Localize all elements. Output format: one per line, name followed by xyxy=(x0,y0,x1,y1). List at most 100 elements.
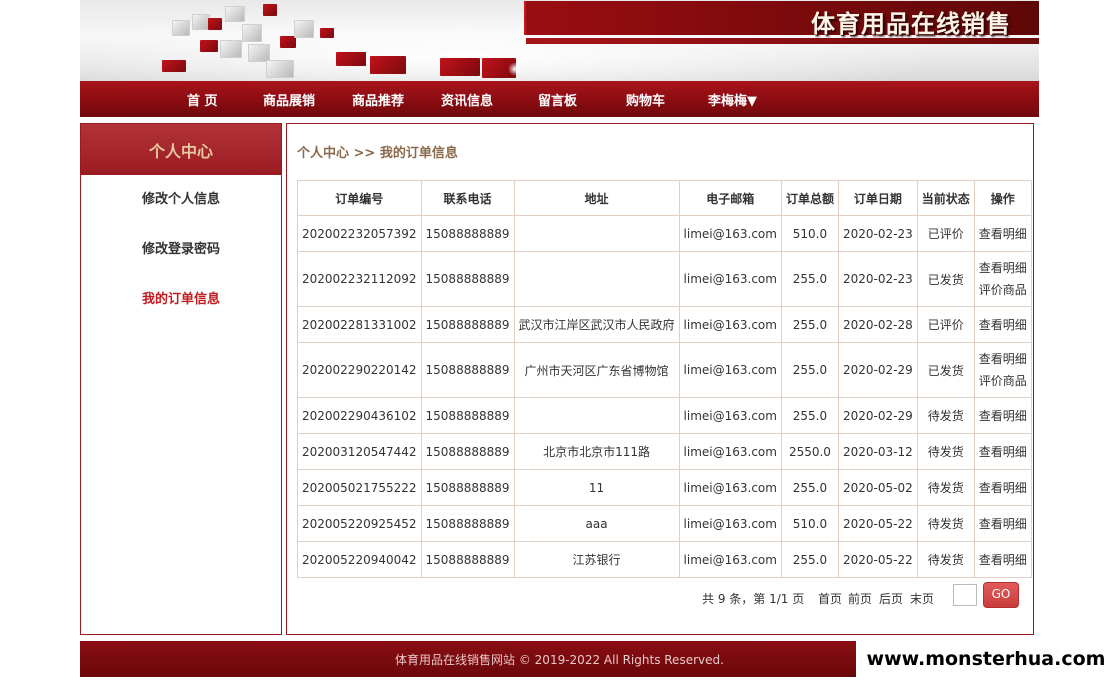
pager-next-link[interactable]: 后页 xyxy=(879,590,903,607)
cell-total: 510.0 xyxy=(780,505,839,542)
view-details-link[interactable]: 查看明细 xyxy=(979,441,1027,463)
main-panel: 个人中心 >> 我的订单信息 订单编号 联系电话 地址 电子邮箱 订单总额 订单… xyxy=(286,123,1034,635)
cell-phone: 15088888889 xyxy=(420,397,515,434)
nav-item-messages[interactable]: 留言板 xyxy=(538,90,577,109)
cell-order-id: 202005220925452 xyxy=(297,505,422,542)
col-header-date: 订单日期 xyxy=(837,180,918,216)
content-area: 个人中心 修改个人信息 修改登录密码 我的订单信息 个人中心 >> 我的订单信息… xyxy=(80,123,1039,643)
cell-actions: 查看明细 xyxy=(973,397,1032,434)
cell-phone: 15088888889 xyxy=(420,251,515,307)
cell-email: limei@163.com xyxy=(678,251,782,307)
sidebar-item-my-orders[interactable]: 我的订单信息 xyxy=(81,275,281,325)
cell-email: limei@163.com xyxy=(678,469,782,506)
title-stripe xyxy=(526,38,1039,44)
site-title: 体育用品在线销售 xyxy=(811,10,1011,38)
cell-address: aaa xyxy=(513,505,680,542)
cell-phone: 15088888889 xyxy=(420,505,515,542)
table-row: 202002232057392 15088888889 limei@163.co… xyxy=(297,215,1032,252)
cell-date: 2020-02-23 xyxy=(837,251,918,307)
table-row: 202002290220142 15088888889 广州市天河区广东省博物馆… xyxy=(297,342,1032,398)
sidebar-title: 个人中心 xyxy=(81,124,281,175)
cell-actions: 查看明细 评价商品 xyxy=(973,251,1032,307)
cell-status: 已评价 xyxy=(916,306,975,343)
banner-glow xyxy=(508,62,522,76)
cell-address xyxy=(513,215,680,252)
cell-order-id: 202002232112092 xyxy=(297,251,422,307)
banner-cube xyxy=(294,20,314,38)
col-header-address: 地址 xyxy=(513,180,680,216)
sidebar-item-edit-profile[interactable]: 修改个人信息 xyxy=(81,175,281,225)
view-details-link[interactable]: 查看明细 xyxy=(979,549,1027,571)
cell-email: limei@163.com xyxy=(678,306,782,343)
view-details-link[interactable]: 查看明细 xyxy=(979,405,1027,427)
cell-total: 255.0 xyxy=(780,541,839,578)
cell-phone: 15088888889 xyxy=(420,306,515,343)
table-row: 202002281331002 15088888889 武汉市江岸区武汉市人民政… xyxy=(297,306,1032,343)
view-details-link[interactable]: 查看明细 xyxy=(979,257,1027,279)
view-details-link[interactable]: 查看明细 xyxy=(979,314,1027,336)
cell-actions: 查看明细 xyxy=(973,505,1032,542)
banner-cube xyxy=(320,28,334,38)
page-number-input[interactable] xyxy=(953,584,977,606)
cell-order-id: 202005021755222 xyxy=(297,469,422,506)
cell-date: 2020-03-12 xyxy=(837,433,918,470)
col-header-total: 订单总额 xyxy=(780,180,839,216)
cell-total: 255.0 xyxy=(780,251,839,307)
cell-address xyxy=(513,251,680,307)
cell-date: 2020-05-02 xyxy=(837,469,918,506)
nav-item-cart[interactable]: 购物车 xyxy=(626,90,665,109)
pager-last-link[interactable]: 末页 xyxy=(910,590,934,607)
cell-order-id: 202002290436102 xyxy=(297,397,422,434)
nav-user-menu[interactable]: 李梅梅▼ xyxy=(708,90,757,109)
pager-prev-link[interactable]: 前页 xyxy=(848,590,872,607)
page-wrapper: 体育用品在线销售 首 页 商品展销 商品推荐 资讯信息 留言板 购物车 李梅梅▼… xyxy=(80,0,1039,643)
table-header-row: 订单编号 联系电话 地址 电子邮箱 订单总额 订单日期 当前状态 操作 xyxy=(297,180,1032,216)
col-header-order-id: 订单编号 xyxy=(297,180,422,216)
cell-actions: 查看明细 xyxy=(973,541,1032,578)
nav-item-home[interactable]: 首 页 xyxy=(187,90,218,109)
main-nav: 首 页 商品展销 商品推荐 资讯信息 留言板 购物车 李梅梅▼ xyxy=(80,81,1039,117)
review-product-link[interactable]: 评价商品 xyxy=(979,370,1027,392)
cell-date: 2020-05-22 xyxy=(837,505,918,542)
cell-status: 待发货 xyxy=(916,505,975,542)
view-details-link[interactable]: 查看明细 xyxy=(979,348,1027,370)
cell-email: limei@163.com xyxy=(678,342,782,398)
nav-item-products[interactable]: 商品展销 xyxy=(263,90,315,109)
banner-cube xyxy=(172,20,190,36)
sidebar-item-change-password[interactable]: 修改登录密码 xyxy=(81,225,281,275)
nav-item-recommend[interactable]: 商品推荐 xyxy=(352,90,404,109)
table-row: 202003120547442 15088888889 北京市北京市111路 l… xyxy=(297,433,1032,470)
banner-cube xyxy=(220,40,242,58)
cell-order-id: 202002281331002 xyxy=(297,306,422,343)
banner-cube xyxy=(225,6,245,22)
col-header-actions: 操作 xyxy=(973,180,1032,216)
cell-address: 广州市天河区广东省博物馆 xyxy=(513,342,680,398)
cell-actions: 查看明细 评价商品 xyxy=(973,342,1032,398)
cell-total: 510.0 xyxy=(780,215,839,252)
table-row: 202002290436102 15088888889 limei@163.co… xyxy=(297,397,1032,434)
cell-address: 武汉市江岸区武汉市人民政府 xyxy=(513,306,680,343)
pager-first-link[interactable]: 首页 xyxy=(818,590,842,607)
cell-status: 已发货 xyxy=(916,342,975,398)
banner-cube xyxy=(336,52,366,66)
sidebar: 个人中心 修改个人信息 修改登录密码 我的订单信息 xyxy=(80,123,282,635)
table-row: 202005220940042 15088888889 江苏银行 limei@1… xyxy=(297,541,1032,578)
cell-status: 待发货 xyxy=(916,541,975,578)
site-banner: 体育用品在线销售 xyxy=(80,0,1039,81)
cell-phone: 15088888889 xyxy=(420,469,515,506)
review-product-link[interactable]: 评价商品 xyxy=(979,279,1027,301)
cell-order-id: 202002232057392 xyxy=(297,215,422,252)
view-details-link[interactable]: 查看明细 xyxy=(979,513,1027,535)
view-details-link[interactable]: 查看明细 xyxy=(979,223,1027,245)
cell-address: 11 xyxy=(513,469,680,506)
cell-date: 2020-02-29 xyxy=(837,397,918,434)
cell-order-id: 202002290220142 xyxy=(297,342,422,398)
cell-address xyxy=(513,397,680,434)
cell-date: 2020-02-28 xyxy=(837,306,918,343)
nav-item-news[interactable]: 资讯信息 xyxy=(441,90,493,109)
go-button[interactable]: GO xyxy=(983,582,1019,608)
banner-cube xyxy=(242,24,262,42)
banner-cube xyxy=(208,18,222,30)
cell-phone: 15088888889 xyxy=(420,342,515,398)
view-details-link[interactable]: 查看明细 xyxy=(979,477,1027,499)
